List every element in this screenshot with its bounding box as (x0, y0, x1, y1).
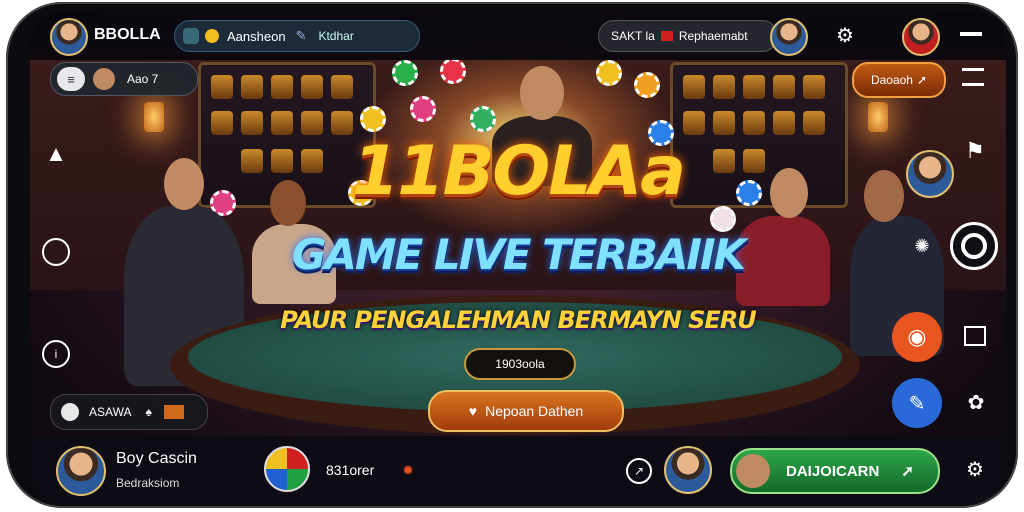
counter-value: 1903oola (495, 357, 545, 371)
primary-cta-button[interactable]: ♥ Nepoan Dathen (428, 390, 624, 432)
counter-pill: 1903oola (464, 348, 576, 380)
pencil-icon: ✎ (295, 28, 307, 43)
settings-icon[interactable]: ⚙ (962, 456, 988, 482)
player-head (864, 170, 904, 222)
user-avatar[interactable] (902, 18, 940, 56)
cta-avatar (736, 454, 770, 488)
search-tag: Ktdhar (318, 29, 354, 43)
arrow-icon: ➚ (916, 73, 928, 87)
minimize-icon[interactable] (960, 32, 982, 36)
share-button[interactable]: ✎ (892, 378, 942, 428)
network-icon[interactable]: ✺ (910, 234, 934, 258)
speed-icon[interactable]: ↗ (626, 458, 652, 484)
grid-icon (183, 28, 199, 44)
chip-icon (61, 403, 79, 421)
wall-lamp-left (144, 102, 164, 132)
chip-decoration (360, 106, 386, 132)
chip-decoration (596, 60, 622, 86)
window-icon[interactable] (964, 326, 986, 346)
right-action-button[interactable]: Daoaoh ➚ (852, 62, 946, 98)
account-name: Rephaemabt (678, 29, 748, 43)
info-icon[interactable]: i (42, 340, 70, 368)
game-grid-icon[interactable] (264, 446, 310, 492)
game-count: 831orer (326, 462, 375, 478)
cards-icon: ♠ (145, 405, 152, 419)
profile-avatar[interactable] (50, 18, 88, 56)
bookmark-icon[interactable]: ⚑ (964, 138, 986, 164)
host-avatar[interactable] (906, 150, 954, 198)
search-bar[interactable]: Aansheon ✎ Ktdhar (174, 20, 420, 52)
cta-label: DAIJOICARN (786, 462, 880, 480)
menu-badge: Aao 7 (127, 72, 159, 86)
home-icon[interactable]: ▲ (42, 140, 70, 168)
friend-avatar[interactable] (664, 446, 712, 494)
chip-decoration (392, 60, 418, 86)
left-bottom-pill[interactable]: ASAWA ♠ (50, 394, 208, 430)
record-ring-icon (961, 233, 987, 259)
brand-name: BBOLLA (94, 26, 161, 43)
bottom-bar: Boy Cascin Bedraksiom 831orer ✹ ↗ DAIJOI… (30, 436, 1006, 504)
settings-icon[interactable]: ⚙ (832, 22, 858, 48)
live-button[interactable]: ◉ (892, 312, 942, 362)
left-bottom-label: ASAWA (89, 405, 132, 419)
app-screen: 11BOLAa GAME LIVE TERBAIIK PAUR PENGALEH… (30, 10, 1006, 504)
arrow-icon: ➚ (901, 463, 914, 480)
player-avatar[interactable] (56, 446, 106, 496)
chip-decoration (634, 72, 660, 98)
phone-frame: 11BOLAa GAME LIVE TERBAIIK PAUR PENGALEH… (6, 2, 1018, 508)
menu-pill[interactable]: ≡ Aao 7 (50, 62, 198, 96)
account-label: SAKT la (611, 29, 655, 43)
hero-title: 11BOLAa (351, 132, 686, 211)
flame-icon: ✹ (402, 461, 414, 478)
record-button[interactable] (950, 222, 998, 270)
heart-icon: ♥ (468, 403, 478, 419)
gift-icon[interactable]: ✿ (964, 390, 988, 414)
chip-decoration (470, 106, 496, 132)
account-pill[interactable]: SAKT la Rephaemabt (598, 20, 778, 52)
menu-icon[interactable] (962, 68, 984, 86)
right-action-label: Daoaoh (870, 73, 913, 87)
cta-button[interactable]: DAIJOICARN ➚ (730, 448, 940, 494)
chip-decoration (410, 96, 436, 122)
mini-avatar (93, 68, 115, 90)
hero-tagline: PAUR PENGALEHMAN BERMAYN SERU (280, 306, 757, 334)
account-avatar[interactable] (770, 18, 808, 56)
wall-lamp-right (868, 102, 888, 132)
record-icon[interactable] (42, 238, 70, 266)
player-head (164, 158, 204, 210)
ticket-icon (163, 405, 184, 419)
coin-icon (205, 29, 219, 43)
player-head (770, 168, 808, 218)
hamburger-icon: ≡ (57, 67, 85, 91)
chip-decoration (440, 58, 466, 84)
flag-icon (660, 31, 673, 41)
player-name: Boy Cascin (116, 450, 197, 467)
dealer-head (520, 66, 564, 120)
player-subtitle: Bedraksiom (116, 476, 180, 490)
primary-cta-label: Nepoan Dathen (485, 403, 584, 419)
hero-subtitle: GAME LIVE TERBAIIK (291, 230, 746, 279)
top-bar: BBOLLA Aansheon ✎ Ktdhar SAKT la Rephaem… (30, 10, 1006, 60)
search-value: Aansheon (227, 28, 286, 44)
